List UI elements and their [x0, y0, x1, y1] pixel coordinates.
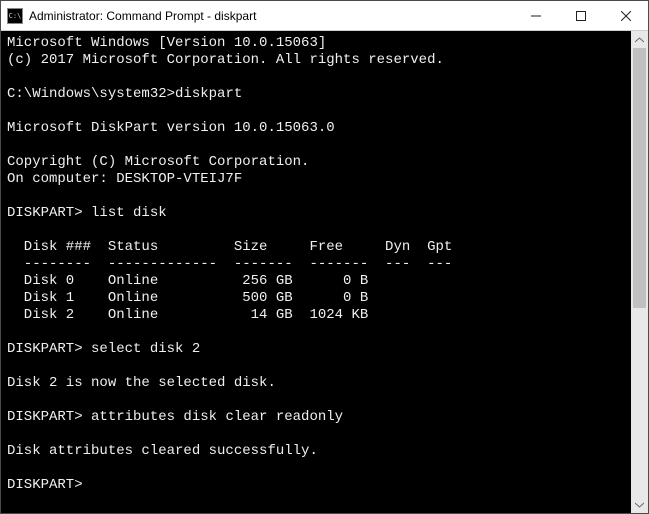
diskpart-prompt: DISKPART> [7, 205, 91, 221]
cmd-select-disk: select disk 2 [91, 341, 200, 357]
app-icon: C:\ [7, 8, 23, 24]
table-row: Disk 1 Online 500 GB 0 B [7, 290, 435, 306]
minimize-button[interactable] [513, 1, 558, 30]
table-separator: -------- ------------- ------- ------- -… [7, 256, 452, 272]
cmd-diskpart: diskpart [175, 86, 242, 102]
diskpart-prompt: DISKPART> [7, 409, 91, 425]
scrollbar-thumb[interactable] [633, 48, 646, 308]
window-controls [513, 1, 648, 30]
close-button[interactable] [603, 1, 648, 30]
prompt-path: C:\Windows\system32> [7, 86, 175, 102]
diskpart-prompt: DISKPART> [7, 477, 91, 493]
window-title: Administrator: Command Prompt - diskpart [29, 9, 513, 23]
scroll-up-arrow-icon[interactable] [631, 31, 648, 48]
cmd-window: C:\ Administrator: Command Prompt - disk… [0, 0, 649, 514]
diskpart-prompt: DISKPART> [7, 341, 91, 357]
msg-selected: Disk 2 is now the selected disk. [7, 375, 276, 391]
line-version: Microsoft Windows [Version 10.0.15063] [7, 35, 326, 51]
maximize-button[interactable] [558, 1, 603, 30]
terminal-output[interactable]: Microsoft Windows [Version 10.0.15063] (… [1, 31, 631, 513]
line-dp-computer: On computer: DESKTOP-VTEIJ7F [7, 171, 242, 187]
vertical-scrollbar[interactable] [631, 31, 648, 513]
scrollbar-track[interactable] [631, 48, 648, 496]
scroll-down-arrow-icon[interactable] [631, 496, 648, 513]
cmd-attributes: attributes disk clear readonly [91, 409, 343, 425]
line-copyright: (c) 2017 Microsoft Corporation. All righ… [7, 52, 444, 68]
table-header: Disk ### Status Size Free Dyn Gpt [7, 239, 452, 255]
line-dp-copyright: Copyright (C) Microsoft Corporation. [7, 154, 309, 170]
table-row: Disk 2 Online 14 GB 1024 KB [7, 307, 435, 323]
cmd-list-disk: list disk [91, 205, 167, 221]
table-row: Disk 0 Online 256 GB 0 B [7, 273, 435, 289]
titlebar[interactable]: C:\ Administrator: Command Prompt - disk… [1, 1, 648, 31]
msg-cleared: Disk attributes cleared successfully. [7, 443, 318, 459]
client-area: Microsoft Windows [Version 10.0.15063] (… [1, 31, 648, 513]
line-dp-version: Microsoft DiskPart version 10.0.15063.0 [7, 120, 335, 136]
